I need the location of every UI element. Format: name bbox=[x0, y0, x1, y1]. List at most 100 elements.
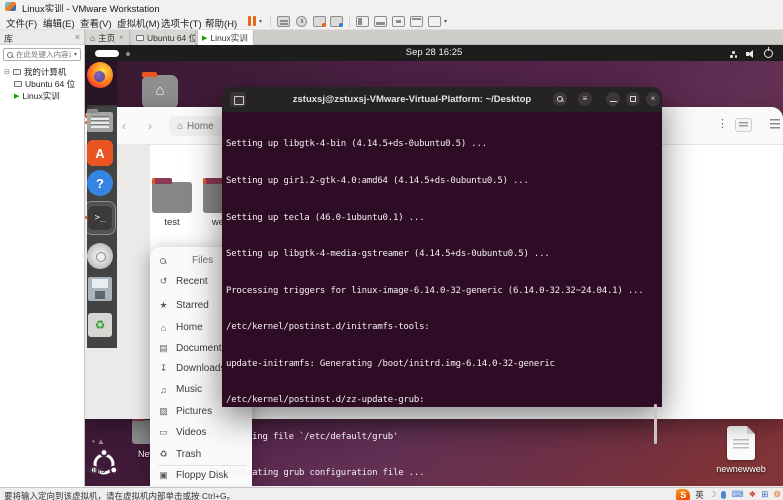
status-message: 要将输入定向到该虚拟机，请在虚拟机内部单击或按 Ctrl+G。 bbox=[4, 491, 236, 500]
terminal-maximize-button[interactable] bbox=[626, 92, 640, 106]
dock-item-disc[interactable] bbox=[87, 243, 113, 269]
monitor-dropdown-button[interactable] bbox=[428, 16, 441, 27]
terminal-scrollbar[interactable] bbox=[654, 404, 657, 444]
menu-view[interactable]: 查看(V) bbox=[77, 15, 115, 31]
back-button[interactable]: ‹ bbox=[122, 119, 126, 133]
new-tab-button[interactable] bbox=[230, 92, 246, 107]
menu-vm[interactable]: 虚拟机(M) bbox=[114, 15, 163, 31]
ubuntu-software-icon: A bbox=[87, 140, 113, 166]
terminal-titlebar[interactable]: zstuxsj@zstuxsj-VMware-Virtual-Platform:… bbox=[222, 87, 662, 112]
sidebar-item-pictures[interactable]: ▨ Pictures bbox=[158, 406, 212, 417]
moon-icon[interactable]: ☽ bbox=[709, 489, 717, 500]
terminal-close-button[interactable]: × bbox=[646, 92, 660, 106]
library-search[interactable]: ▾ bbox=[3, 48, 81, 61]
terminal-line: update-initramfs: Generating /boot/initr… bbox=[226, 358, 555, 369]
tree-item-ubuntu64[interactable]: Ubuntu 64 位 bbox=[14, 78, 75, 90]
sidebar-item-home[interactable]: ⌂ Home bbox=[158, 322, 203, 333]
skin-icon[interactable]: ❖ bbox=[749, 489, 757, 500]
layout-library-button[interactable] bbox=[356, 16, 369, 27]
tree-item-my-computer[interactable]: ⊟ 我的计算机 bbox=[4, 66, 66, 78]
sidebar-item-music[interactable]: ♫ Music bbox=[158, 384, 202, 395]
sidebar-item-recent[interactable]: ↺ Recent bbox=[158, 276, 208, 287]
star-icon: ★ bbox=[159, 300, 168, 310]
dock-item-floppy[interactable] bbox=[87, 277, 113, 303]
dock-item-help[interactable]: ? bbox=[87, 170, 113, 196]
forward-button[interactable]: › bbox=[148, 119, 152, 133]
folder-label: test bbox=[164, 217, 180, 228]
recent-icon: ↺ bbox=[159, 276, 168, 286]
sidebar-item-floppy-disk[interactable]: ▣ Floppy Disk bbox=[158, 470, 228, 481]
terminal-window: zstuxsj@zstuxsj-VMware-Virtual-Platform:… bbox=[222, 87, 662, 478]
search-icon bbox=[7, 51, 13, 58]
tab-close-icon[interactable]: × bbox=[119, 33, 124, 42]
monitor-dropdown-icon[interactable]: ▾ bbox=[444, 18, 447, 25]
menu-help[interactable]: 帮助(H) bbox=[202, 15, 240, 31]
dock-item-files[interactable] bbox=[85, 109, 113, 135]
dock-item-terminal[interactable]: >_ bbox=[85, 201, 116, 235]
menu-tabs[interactable]: 选项卡(T) bbox=[158, 15, 205, 31]
home-icon: ⌂ bbox=[155, 82, 165, 99]
kebab-menu-icon[interactable]: ⋮ bbox=[717, 117, 728, 130]
ubuntu-topbar: Sep 28 16:25 bbox=[85, 45, 783, 61]
microphone-icon[interactable] bbox=[721, 490, 727, 499]
terminal-title: zstuxsj@zstuxsj-VMware-Virtual-Platform:… bbox=[292, 94, 532, 105]
search-icon bbox=[556, 95, 563, 102]
take-snapshot-button[interactable] bbox=[313, 16, 326, 27]
breadcrumb[interactable]: ⌂ Home bbox=[169, 116, 222, 136]
terminal-body[interactable]: Setting up libgtk-4-bin (4.14.5+ds-0ubun… bbox=[222, 112, 662, 478]
dock-item-firefox[interactable] bbox=[87, 62, 113, 88]
desktop-icon-newnewweb[interactable] bbox=[727, 426, 755, 460]
sidebar-item-starred[interactable]: ★ Starred bbox=[158, 300, 208, 311]
sidebar-item-trash[interactable]: ♻ Trash bbox=[158, 449, 201, 460]
tab-close-icon[interactable]: × bbox=[252, 33, 253, 42]
sogou-input-icon[interactable]: S bbox=[676, 488, 691, 500]
menu-file[interactable]: 文件(F) bbox=[3, 15, 40, 31]
terminal-minimize-button[interactable] bbox=[606, 92, 620, 106]
eject-icon[interactable]: • ▲ bbox=[92, 437, 105, 446]
folder-test[interactable] bbox=[152, 178, 192, 213]
fullscreen-button[interactable] bbox=[392, 16, 405, 27]
tab-home[interactable]: ⌂ 主页 × bbox=[86, 30, 130, 45]
dock-item-trash[interactable]: ♻ bbox=[87, 313, 113, 339]
dock-item-software[interactable]: A bbox=[87, 140, 113, 166]
keyboard-icon[interactable]: ⌨ bbox=[731, 489, 743, 500]
trash-icon: ♻ bbox=[88, 313, 112, 337]
library-panel: 库 × ▾ ⊟ 我的计算机 Ubuntu 64 位 ▶ Linux实训 bbox=[0, 30, 85, 487]
layout-thumbnails-button[interactable] bbox=[374, 16, 387, 27]
search-icon[interactable] bbox=[160, 257, 166, 264]
library-search-input[interactable] bbox=[16, 50, 71, 59]
tab-linux-active[interactable]: ▶ Linux实训 × bbox=[198, 30, 254, 45]
settings-gear-icon[interactable]: ⚙ bbox=[773, 489, 781, 500]
desktop-icon-home[interactable]: ⌂ bbox=[142, 72, 178, 109]
tab-ubuntu64[interactable]: Ubuntu 64 位 × bbox=[132, 30, 196, 45]
sidebar-item-downloads[interactable]: ↧ Downloads bbox=[158, 363, 226, 374]
hamburger-menu-icon[interactable] bbox=[770, 119, 780, 129]
menu-edit[interactable]: 编辑(E) bbox=[40, 15, 78, 31]
volume-icon[interactable] bbox=[746, 50, 755, 58]
library-close-icon[interactable]: × bbox=[75, 32, 80, 42]
tree-item-linux[interactable]: ▶ Linux实训 bbox=[14, 90, 60, 102]
view-toggle-button[interactable] bbox=[735, 118, 752, 132]
terminal-search-button[interactable] bbox=[553, 92, 567, 106]
music-icon: ♫ bbox=[160, 384, 167, 395]
grid-icon[interactable]: ⊞ bbox=[761, 489, 768, 500]
vm-running-icon: ▶ bbox=[14, 93, 20, 100]
vm-running-icon: ▶ bbox=[202, 34, 208, 42]
documents-icon: ▤ bbox=[159, 343, 168, 353]
tree-collapse-icon[interactable]: ⊟ bbox=[4, 68, 10, 76]
terminal-line: Setting up libgtk-4-bin (4.14.5+ds-0ubun… bbox=[226, 139, 487, 150]
sidebar-item-documents[interactable]: ▤ Documents bbox=[158, 343, 226, 354]
search-dropdown-icon[interactable]: ▾ bbox=[74, 51, 77, 58]
power-icon[interactable] bbox=[764, 47, 773, 58]
unity-mode-button[interactable] bbox=[410, 16, 423, 27]
pause-dropdown-icon[interactable]: ▾ bbox=[259, 18, 262, 25]
terminal-menu-button[interactable]: ≡ bbox=[578, 92, 592, 106]
sidebar-item-videos[interactable]: ▭ Videos bbox=[158, 427, 206, 438]
ime-lang-label[interactable]: 英 bbox=[695, 489, 704, 500]
vmware-menubar: 文件(F) 编辑(E) 查看(V) 虚拟机(M) 选项卡(T) 帮助(H) ▾ … bbox=[0, 12, 783, 30]
clock-label[interactable]: Sep 28 16:25 bbox=[85, 47, 783, 58]
network-icon[interactable] bbox=[730, 51, 737, 58]
snapshot-clock-button[interactable] bbox=[296, 16, 307, 27]
revert-snapshot-button[interactable] bbox=[330, 16, 343, 27]
ctrl-alt-del-button[interactable] bbox=[277, 16, 290, 27]
